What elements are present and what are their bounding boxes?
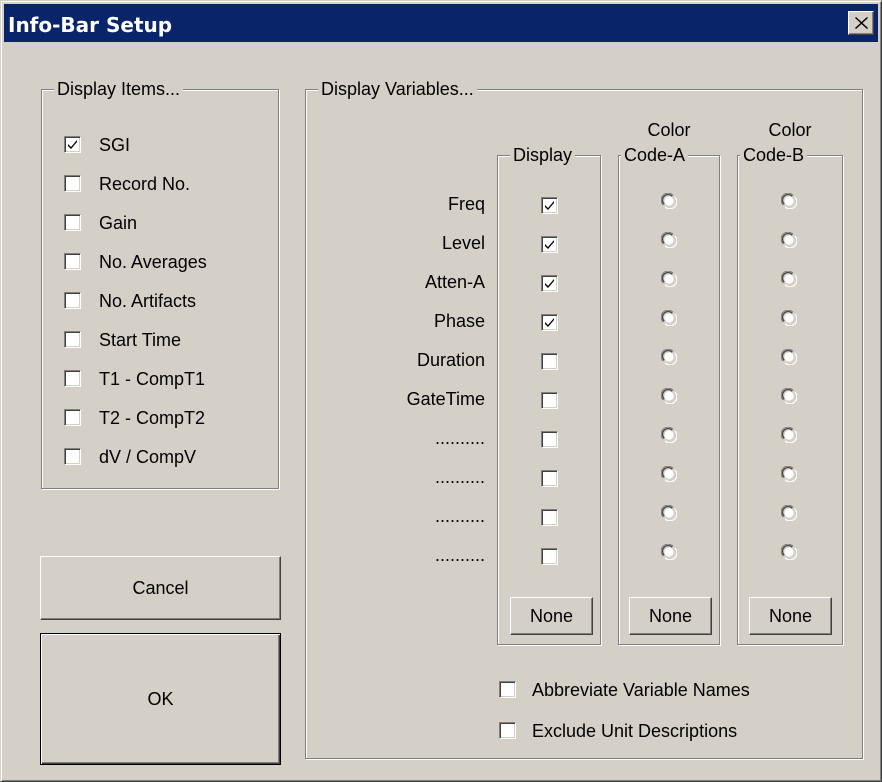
cancel-button[interactable]: Cancel [40, 556, 281, 620]
check-icon [545, 279, 554, 288]
variable-name: Atten-A [424, 272, 485, 292]
display-item-checkbox[interactable] [64, 409, 81, 426]
variable-display-checkbox[interactable] [541, 470, 558, 487]
display-item-checkbox[interactable] [64, 448, 81, 465]
exclude-units-checkbox[interactable] [499, 722, 516, 739]
variable-name: Phase [433, 311, 485, 331]
variable-name: Level [441, 233, 485, 253]
variable-name: .......... [434, 545, 485, 565]
exclude-units-label[interactable]: Exclude Unit Descriptions [532, 720, 737, 742]
abbreviate-names-label[interactable]: Abbreviate Variable Names [532, 679, 750, 701]
display-item-checkbox[interactable] [64, 175, 81, 192]
color-code-a-radio[interactable] [660, 309, 678, 327]
check-icon [545, 201, 554, 210]
variable-display-checkbox[interactable] [541, 353, 558, 370]
check-icon [68, 140, 77, 149]
variable-display-checkbox[interactable] [541, 392, 558, 409]
check-icon [545, 240, 554, 249]
color-code-a-radio[interactable] [660, 192, 678, 210]
color-code-b-radio[interactable] [780, 543, 798, 561]
display-item-label[interactable]: Start Time [99, 329, 181, 351]
display-variables-title: Display Variables... [318, 78, 477, 100]
color-code-b-title-top: Color [768, 120, 812, 140]
display-item-label[interactable]: Gain [99, 212, 137, 234]
display-item-checkbox[interactable] [64, 331, 81, 348]
variable-display-checkbox[interactable] [541, 509, 558, 526]
variable-display-checkbox[interactable] [541, 236, 558, 253]
abbreviate-names-checkbox[interactable] [499, 681, 516, 698]
variable-display-checkbox[interactable] [541, 275, 558, 292]
variable-name: .......... [434, 428, 485, 448]
variable-name: GateTime [406, 389, 485, 409]
display-item-label[interactable]: T1 - CompT1 [99, 368, 205, 390]
window-title: Info-Bar Setup [8, 13, 173, 37]
color-code-a-radio[interactable] [660, 387, 678, 405]
display-item-checkbox[interactable] [64, 136, 81, 153]
close-icon [855, 17, 868, 29]
display-item-label[interactable]: Record No. [99, 173, 190, 195]
display-items-title: Display Items... [54, 78, 184, 100]
display-none-button[interactable]: None [510, 597, 593, 635]
color-code-b-radio[interactable] [780, 504, 798, 522]
color-code-a-radio[interactable] [660, 270, 678, 288]
info-bar-setup-dialog: Info-Bar Setup Display Items... SGI Recor… [0, 0, 882, 782]
color-b-none-button[interactable]: None [749, 597, 832, 635]
title-bar[interactable]: Info-Bar Setup [4, 4, 878, 42]
color-a-none-button[interactable]: None [629, 597, 712, 635]
color-code-b-title: Code-B [740, 144, 808, 166]
color-code-b-radio[interactable] [780, 348, 798, 366]
color-code-b-radio[interactable] [780, 231, 798, 249]
close-button[interactable] [848, 11, 874, 35]
check-icon [545, 318, 554, 327]
color-code-a-radio[interactable] [660, 231, 678, 249]
variable-display-checkbox[interactable] [541, 314, 558, 331]
variable-name: .......... [434, 467, 485, 487]
ok-button[interactable]: OK [40, 633, 281, 765]
display-item-label[interactable]: No. Averages [99, 251, 207, 273]
display-item-label[interactable]: SGI [99, 134, 130, 156]
display-item-checkbox[interactable] [64, 253, 81, 270]
color-code-a-radio[interactable] [660, 426, 678, 444]
variable-display-checkbox[interactable] [541, 197, 558, 214]
color-code-b-radio[interactable] [780, 270, 798, 288]
color-code-a-radio[interactable] [660, 348, 678, 366]
color-code-b-radio[interactable] [780, 387, 798, 405]
display-item-checkbox[interactable] [64, 214, 81, 231]
display-item-label[interactable]: T2 - CompT2 [99, 407, 205, 429]
variable-display-checkbox[interactable] [541, 548, 558, 565]
color-code-b-radio[interactable] [780, 192, 798, 210]
color-code-a-radio[interactable] [660, 465, 678, 483]
display-column-title: Display [510, 144, 576, 166]
variable-name: Duration [416, 350, 485, 370]
color-code-b-radio[interactable] [780, 426, 798, 444]
display-item-checkbox[interactable] [64, 292, 81, 309]
display-item-label[interactable]: dV / CompV [99, 446, 196, 468]
variable-name: .......... [434, 506, 485, 526]
color-code-b-radio[interactable] [780, 309, 798, 327]
color-code-a-radio[interactable] [660, 543, 678, 561]
variable-display-checkbox[interactable] [541, 431, 558, 448]
color-code-a-title-top: Color [647, 120, 691, 140]
display-item-checkbox[interactable] [64, 370, 81, 387]
display-item-label[interactable]: No. Artifacts [99, 290, 196, 312]
color-code-a-title: Code-A [621, 144, 689, 166]
variable-name: Freq [447, 194, 485, 214]
color-code-a-radio[interactable] [660, 504, 678, 522]
color-code-b-radio[interactable] [780, 465, 798, 483]
